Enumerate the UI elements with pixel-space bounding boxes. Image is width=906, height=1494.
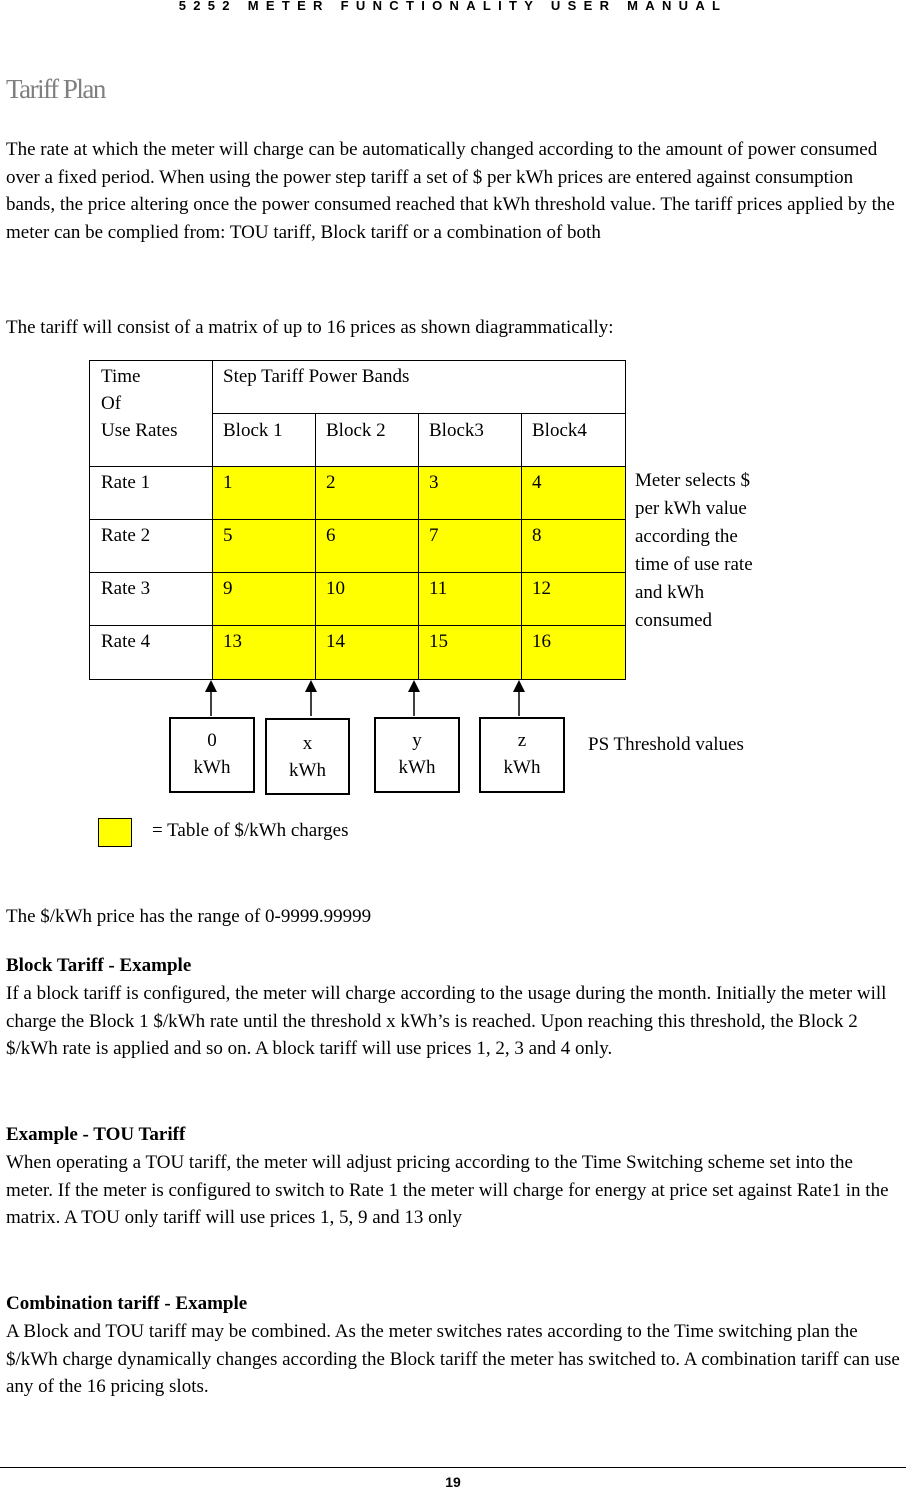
grid-line (418, 413, 419, 679)
matrix-intro-paragraph: The tariff will consist of a matrix of u… (6, 317, 614, 338)
tariff-matrix: Time Of Use Rates Step Tariff Power Band… (89, 360, 626, 680)
side-note-line: Meter selects $ (635, 470, 751, 491)
grid-line (90, 519, 625, 520)
threshold-value: x (302, 733, 313, 754)
threshold-value: y (412, 730, 422, 751)
side-note-line: consumed (635, 610, 713, 631)
arrow-up-icon (205, 680, 217, 716)
rate-label: Rate 3 (101, 578, 151, 599)
price-slot: 14 (326, 631, 345, 652)
price-slot: 15 (429, 631, 448, 652)
example-heading: Example - TOU Tariff (6, 1124, 186, 1145)
grid-line (315, 413, 316, 679)
grid-line (90, 572, 625, 573)
price-slot: 7 (429, 525, 439, 546)
example-body: If a block tariff is configured, the met… (6, 983, 887, 1060)
example-body: A Block and TOU tariff may be combined. … (6, 1321, 900, 1398)
legend-swatch (98, 818, 132, 847)
grid-line (90, 466, 625, 467)
bands-header: Step Tariff Power Bands (223, 366, 410, 387)
corner-label: Time Of Use Rates (90, 361, 212, 466)
example-body: When operating a TOU tariff, the meter w… (6, 1152, 889, 1229)
price-slot: 6 (326, 525, 336, 546)
block-header: Block 2 (326, 420, 386, 441)
price-slot: 1 (223, 472, 233, 493)
price-slot: 2 (326, 472, 336, 493)
grid-line (521, 413, 522, 679)
price-slot: 13 (223, 631, 242, 652)
arrow-up-icon (305, 680, 317, 716)
intro-paragraph: The rate at which the meter will charge … (6, 139, 895, 243)
grid-line (212, 361, 213, 679)
matrix-side-note: Meter selects $ per kWh value according … (635, 467, 805, 635)
section-title: Tariff Plan (6, 74, 106, 104)
page-number: 19 (445, 1474, 461, 1490)
thresholds-label: PS Threshold values (588, 734, 744, 755)
block-header: Block 1 (223, 420, 283, 441)
rate-label: Rate 1 (101, 472, 151, 493)
threshold-unit: kWh (398, 757, 436, 778)
block-header: Block4 (532, 420, 587, 441)
price-range-note: The $/kWh price has the range of 0-9999.… (6, 906, 372, 927)
corner-label-line: Of (101, 393, 122, 414)
example-heading: Block Tariff - Example (6, 955, 192, 976)
side-note-line: and kWh (635, 582, 705, 603)
threshold-box: z kWh (479, 717, 565, 793)
side-note-line: per kWh value (635, 498, 747, 519)
threshold-value: z (517, 730, 527, 751)
arrow-up-icon (408, 680, 420, 716)
threshold-value: 0 (207, 730, 217, 751)
block-header: Block3 (429, 420, 484, 441)
threshold-box: y kWh (374, 717, 460, 793)
grid-line (90, 625, 625, 626)
price-slot: 4 (532, 472, 542, 493)
threshold-box: 0 kWh (169, 717, 255, 793)
footer-divider (0, 1467, 906, 1468)
side-note-line: time of use rate (635, 554, 753, 575)
arrow-up-icon (513, 680, 525, 716)
price-slot: 5 (223, 525, 233, 546)
price-slot: 9 (223, 578, 233, 599)
price-slot: 16 (532, 631, 551, 652)
threshold-box: x kWh (265, 718, 350, 795)
example-heading: Combination tariff - Example (6, 1293, 248, 1314)
price-slot: 11 (429, 578, 448, 599)
price-slot: 10 (326, 578, 345, 599)
running-header: 5252 METER FUNCTIONALITY USER MANUAL (178, 0, 728, 13)
corner-label-line: Use Rates (101, 420, 178, 441)
rate-label: Rate 4 (101, 631, 151, 652)
price-slot: 12 (532, 578, 551, 599)
threshold-unit: kWh (193, 757, 231, 778)
price-slot: 3 (429, 472, 439, 493)
rate-label: Rate 2 (101, 525, 151, 546)
corner-label-line: Time (101, 366, 141, 387)
threshold-unit: kWh (503, 757, 541, 778)
legend-text: = Table of $/kWh charges (152, 820, 349, 841)
side-note-line: according the (635, 526, 738, 547)
price-slot: 8 (532, 525, 542, 546)
threshold-unit: kWh (289, 760, 326, 781)
